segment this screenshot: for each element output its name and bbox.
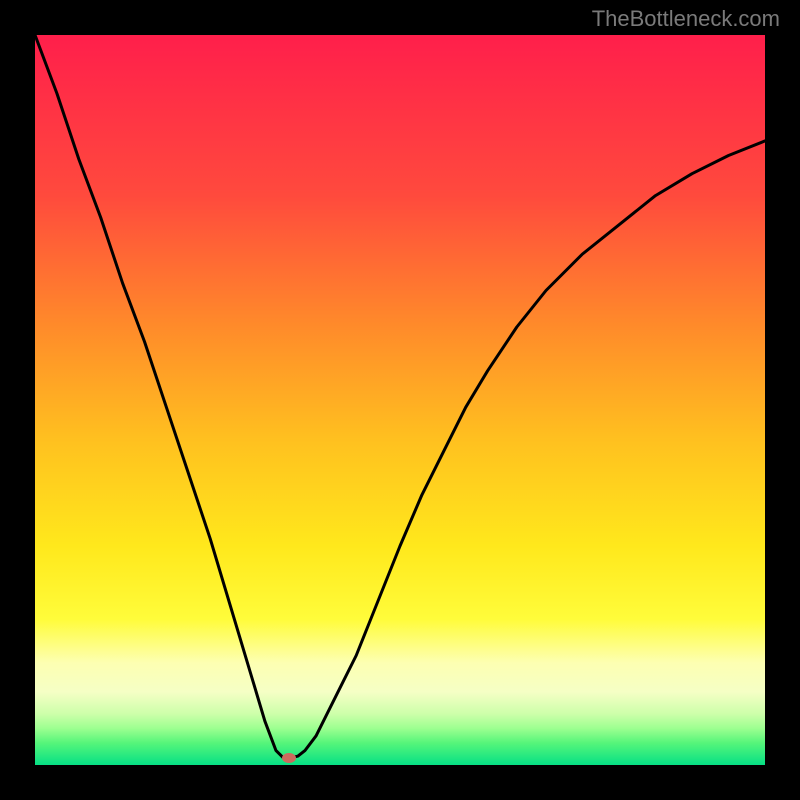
plot-area: [35, 35, 765, 765]
bottleneck-curve: [35, 35, 765, 758]
outer-frame: TheBottleneck.com: [0, 0, 800, 800]
watermark-text: TheBottleneck.com: [592, 6, 780, 32]
curve-layer: [35, 35, 765, 765]
optimum-marker: [282, 753, 296, 763]
